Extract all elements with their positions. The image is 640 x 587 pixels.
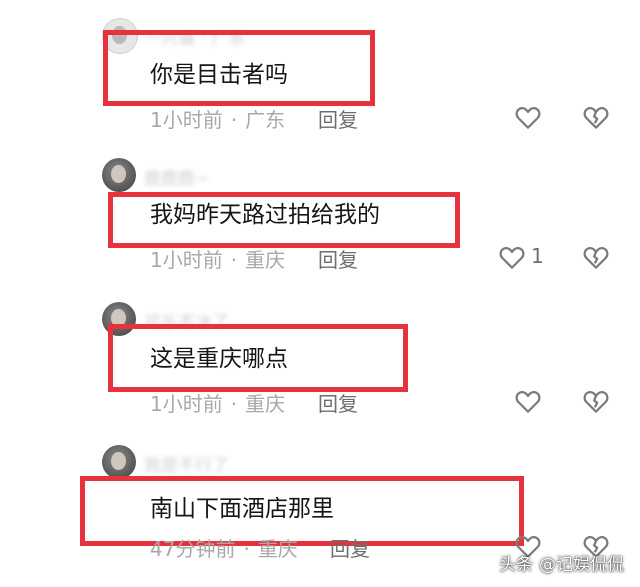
comment-location: 广东	[245, 108, 286, 132]
comment-item: 鹿鹿鹿~ 我妈昨天路过拍给我的 1小时前 · 重庆 回复 1	[0, 158, 640, 298]
broken-heart-icon[interactable]	[581, 242, 611, 272]
comment-location: 重庆	[245, 248, 286, 272]
reply-button[interactable]: 回复	[318, 388, 358, 417]
comment-time: 1小时前	[150, 108, 223, 132]
broken-heart-icon[interactable]	[581, 102, 611, 132]
comment-meta: 1小时前 · 广东	[150, 104, 286, 132]
highlight-box	[80, 476, 524, 546]
highlight-box	[103, 30, 375, 106]
comment-meta: 1小时前 · 重庆	[150, 244, 286, 272]
avatar[interactable]	[102, 158, 136, 192]
comment-username[interactable]: 鹿鹿鹿~	[144, 164, 209, 189]
reply-button[interactable]: 回复	[318, 104, 358, 133]
watermark: 头条 @记娱侃侃	[499, 550, 624, 575]
highlight-box	[108, 192, 460, 248]
heart-outline-icon[interactable]	[497, 242, 527, 272]
comment-item: 可乐不冰了 这是重庆哪点 1小时前 · 重庆 回复	[0, 302, 640, 442]
reply-button[interactable]: 回复	[330, 533, 370, 562]
comment-item: 一只猫 · 广东 你是目击者吗 1小时前 · 广东 回复	[0, 18, 640, 158]
comment-username[interactable]: 我是不行了	[144, 451, 229, 476]
comment-location: 重庆	[245, 392, 286, 416]
heart-outline-icon[interactable]	[513, 102, 543, 132]
broken-heart-icon[interactable]	[581, 386, 611, 416]
reply-button[interactable]: 回复	[318, 244, 358, 273]
comment-location: 重庆	[257, 537, 298, 561]
highlight-box	[108, 324, 408, 392]
comment-meta: 47分钟前 · 重庆	[150, 533, 298, 561]
watermark-account: @记娱侃侃	[539, 555, 624, 575]
comment-time: 1小时前	[150, 248, 223, 272]
comment-time: 1小时前	[150, 392, 223, 416]
comment-meta: 1小时前 · 重庆	[150, 388, 286, 416]
watermark-platform: 头条	[499, 555, 533, 575]
avatar[interactable]	[102, 445, 136, 479]
heart-outline-icon[interactable]	[513, 386, 543, 416]
comment-time: 47分钟前	[150, 537, 236, 561]
like-count: 1	[531, 244, 544, 268]
